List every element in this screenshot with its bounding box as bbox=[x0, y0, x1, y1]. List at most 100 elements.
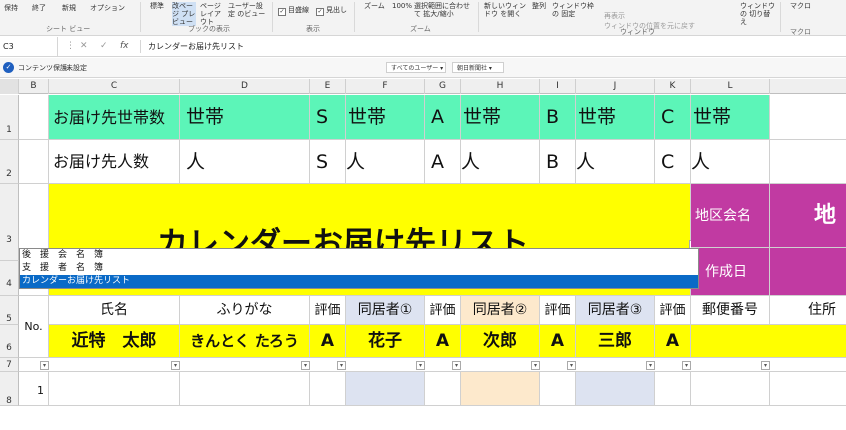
people-total[interactable]: 人 bbox=[180, 140, 310, 184]
column-header-l[interactable]: L bbox=[691, 79, 770, 94]
gridlines-checkbox[interactable]: ✓ 目盛線 bbox=[278, 6, 309, 16]
sample-cohabitant-2[interactable]: 次郎 bbox=[461, 325, 540, 358]
column-header-f[interactable]: F bbox=[346, 79, 425, 94]
filter-button-d[interactable]: ▾ bbox=[301, 361, 310, 370]
column-header-j[interactable]: J bbox=[576, 79, 655, 94]
normal-view-button[interactable]: 標準 bbox=[150, 2, 164, 10]
filter-button-l[interactable]: ▾ bbox=[761, 361, 770, 370]
sample-furigana[interactable]: きんとく たろう bbox=[180, 325, 310, 358]
row-header-1[interactable]: 1 bbox=[0, 95, 19, 140]
cell-m2[interactable] bbox=[770, 140, 846, 184]
cell-b2[interactable] bbox=[19, 140, 49, 184]
enter-icon[interactable]: ✓ bbox=[100, 37, 108, 56]
sample-name[interactable]: 近特 太郎 bbox=[49, 325, 180, 358]
row-header-7[interactable]: 7 bbox=[0, 358, 19, 372]
zoom-button[interactable]: ズーム bbox=[364, 2, 385, 10]
filter-button-e[interactable]: ▾ bbox=[337, 361, 346, 370]
unhide-button[interactable]: 再表示 bbox=[604, 12, 625, 20]
sample-postal-address[interactable] bbox=[691, 325, 846, 358]
sample-cohabitant-3[interactable]: 三郎 bbox=[576, 325, 655, 358]
column-header-b[interactable]: B bbox=[19, 79, 49, 94]
headings-checkbox[interactable]: ✓ 見出し bbox=[316, 6, 347, 16]
cell-i8[interactable] bbox=[540, 372, 576, 406]
rank-s-households[interactable]: 世帯 bbox=[346, 95, 425, 140]
area-value[interactable]: 地 bbox=[770, 184, 846, 248]
row-header-4[interactable]: 4 bbox=[0, 261, 19, 296]
autocomplete-item-supporters-list[interactable]: 支 援 者 名 簿 bbox=[22, 262, 103, 275]
cell-f8[interactable] bbox=[346, 372, 425, 406]
column-header-i[interactable]: I bbox=[540, 79, 576, 94]
sample-eval-1[interactable]: A bbox=[310, 325, 346, 358]
rank-s-people[interactable]: 人 bbox=[346, 140, 425, 184]
column-header-d[interactable]: D bbox=[180, 79, 310, 94]
newspaper-dropdown[interactable]: 朝日新聞社 ▾ bbox=[452, 62, 504, 73]
cell-e8[interactable] bbox=[310, 372, 346, 406]
sample-eval-3[interactable]: A bbox=[540, 325, 576, 358]
row-header-6[interactable]: 6 bbox=[0, 325, 19, 358]
row-header-8[interactable]: 8 bbox=[0, 372, 19, 406]
cell-m1[interactable] bbox=[770, 95, 846, 140]
rank-a-people[interactable]: 人 bbox=[461, 140, 540, 184]
sample-eval-4[interactable]: A bbox=[655, 325, 691, 358]
cell-d8[interactable] bbox=[180, 372, 310, 406]
cell-g8[interactable] bbox=[425, 372, 461, 406]
cell-b1[interactable] bbox=[19, 95, 49, 140]
macros-button[interactable]: マクロ bbox=[790, 2, 811, 10]
filter-button-g[interactable]: ▾ bbox=[452, 361, 461, 370]
filter-button-i[interactable]: ▾ bbox=[567, 361, 576, 370]
arrange-all-button[interactable]: 整列 bbox=[532, 2, 546, 10]
exit-view-button[interactable]: 終了 bbox=[32, 4, 46, 12]
sample-cohabitant-1[interactable]: 花子 bbox=[346, 325, 425, 358]
insert-function-icon[interactable]: fx bbox=[120, 37, 129, 56]
rank-c-households[interactable]: 世帯 bbox=[691, 95, 770, 140]
cell-m8[interactable] bbox=[770, 372, 846, 406]
cell-c8[interactable] bbox=[49, 372, 180, 406]
filter-button-h[interactable]: ▾ bbox=[531, 361, 540, 370]
custom-views-button[interactable]: ユーザー設定 のビュー bbox=[228, 2, 266, 18]
households-total[interactable]: 世帯 bbox=[180, 95, 310, 140]
cell-l8[interactable] bbox=[691, 372, 770, 406]
column-header-c[interactable]: C bbox=[49, 79, 180, 94]
switch-windows-button[interactable]: ウィンドウの 切り替え bbox=[740, 2, 776, 26]
formula-input[interactable]: カレンダーお届け先リスト bbox=[148, 37, 244, 56]
freeze-panes-button[interactable]: ウィンドウ枠の 固定 bbox=[552, 2, 600, 18]
select-all-corner[interactable] bbox=[0, 79, 19, 94]
name-box[interactable]: C3 bbox=[0, 37, 58, 56]
column-header-h[interactable]: H bbox=[461, 79, 540, 94]
filter-button-c[interactable]: ▾ bbox=[171, 361, 180, 370]
filter-button-f[interactable]: ▾ bbox=[416, 361, 425, 370]
autocomplete-item-calendar-list[interactable]: カレンダーお届け先リスト bbox=[20, 275, 698, 288]
row-header-3[interactable]: 3 bbox=[0, 184, 19, 261]
ribbon-separator bbox=[478, 2, 479, 32]
row-header-5[interactable]: 5 bbox=[0, 296, 19, 325]
sample-eval-2[interactable]: A bbox=[425, 325, 461, 358]
column-header-m[interactable] bbox=[770, 79, 846, 94]
page-break-preview-button[interactable]: 改ページ プレビュー bbox=[172, 2, 196, 26]
cell-h8[interactable] bbox=[461, 372, 540, 406]
rank-b-households[interactable]: 世帯 bbox=[576, 95, 655, 140]
filter-button-j[interactable]: ▾ bbox=[646, 361, 655, 370]
page-layout-button[interactable]: ページ レイアウト bbox=[200, 2, 224, 26]
zoom-to-selection-button[interactable]: 選択範囲に合わせて 拡大/縮小 bbox=[414, 2, 476, 18]
row-header-2[interactable]: 2 bbox=[0, 140, 19, 184]
autocomplete-item-supporters-assoc[interactable]: 後 援 会 名 簿 bbox=[22, 249, 103, 262]
households-label: お届け先世帯数 bbox=[49, 95, 180, 140]
column-header-k[interactable]: K bbox=[655, 79, 691, 94]
cell-k8[interactable] bbox=[655, 372, 691, 406]
rank-b-people[interactable]: 人 bbox=[576, 140, 655, 184]
cancel-icon[interactable]: ✕ bbox=[80, 37, 88, 56]
filter-button-b[interactable]: ▾ bbox=[40, 361, 49, 370]
zoom-100-button[interactable]: 100% bbox=[392, 2, 412, 10]
rank-c-people[interactable]: 人 bbox=[691, 140, 770, 184]
column-header-g[interactable]: G bbox=[425, 79, 461, 94]
view-options-button[interactable]: オプション bbox=[90, 4, 125, 12]
filter-button-k[interactable]: ▾ bbox=[682, 361, 691, 370]
new-view-button[interactable]: 新規 bbox=[62, 4, 76, 12]
cell-j8[interactable] bbox=[576, 372, 655, 406]
new-window-button[interactable]: 新しいウィンドウ を開く bbox=[484, 2, 530, 18]
column-header-e[interactable]: E bbox=[310, 79, 346, 94]
created-date-value[interactable] bbox=[770, 248, 846, 296]
rank-a-households[interactable]: 世帯 bbox=[461, 95, 540, 140]
user-dropdown[interactable]: すべてのユーザー ▾ bbox=[386, 62, 446, 73]
keep-view-button[interactable]: 保持 bbox=[4, 4, 18, 12]
